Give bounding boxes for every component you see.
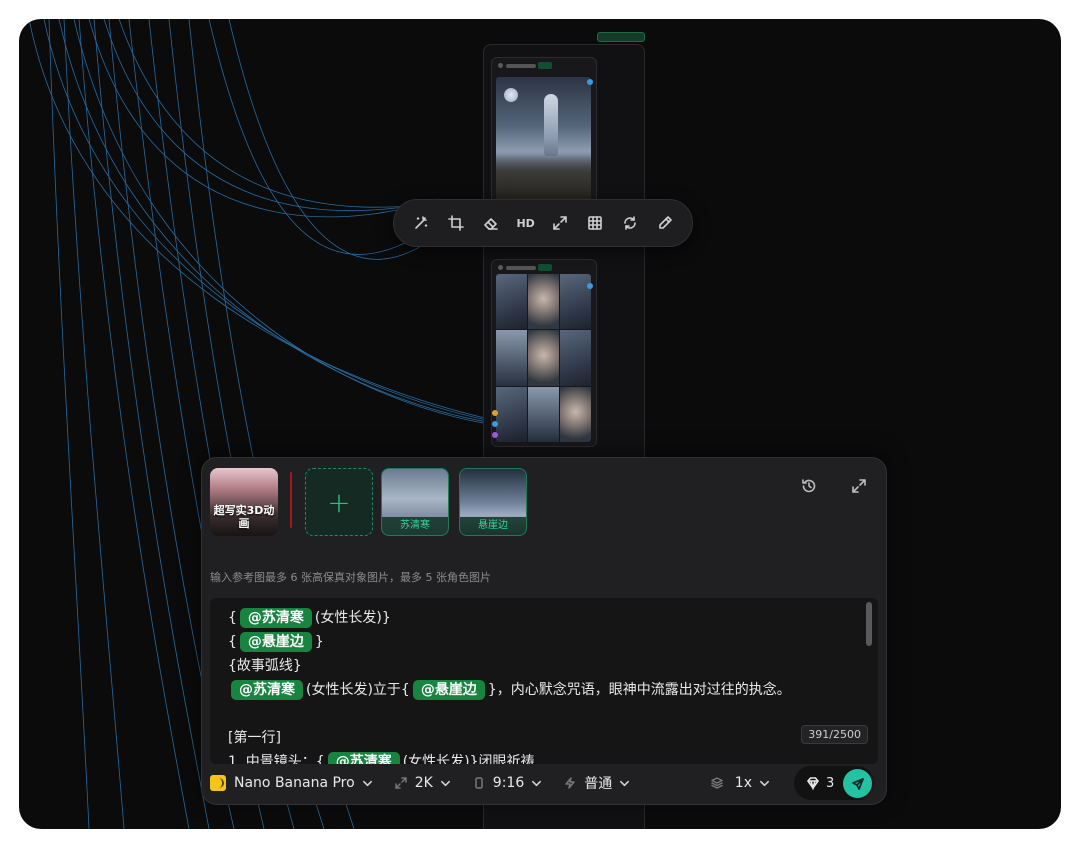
prompt-line: [第一行] bbox=[228, 730, 281, 746]
pencil-icon[interactable] bbox=[652, 210, 678, 236]
resolution-value: 2K bbox=[414, 775, 433, 791]
mention-chip[interactable]: @悬崖边 bbox=[239, 632, 312, 652]
lightning-icon bbox=[564, 777, 576, 789]
grid-cell[interactable] bbox=[560, 330, 591, 386]
model-name: Nano Banana Pro bbox=[234, 775, 355, 791]
prompt-line: {@苏清寒 (女性长发)} bbox=[228, 608, 391, 628]
character-counter: 391/2500 bbox=[801, 725, 868, 744]
banana-icon bbox=[210, 775, 226, 791]
reference-label: 悬崖边 bbox=[460, 517, 526, 535]
expand-icon[interactable] bbox=[547, 210, 573, 236]
reference-image-character[interactable]: 苏清寒 bbox=[381, 468, 449, 536]
cliff-image-detail bbox=[496, 154, 591, 200]
figure-image-detail bbox=[544, 94, 558, 156]
layers-icon bbox=[711, 777, 723, 789]
reference-label: 苏清寒 bbox=[382, 517, 448, 535]
grid-cell[interactable] bbox=[496, 330, 527, 386]
moon-image-detail bbox=[504, 88, 518, 102]
prompt-line: {故事弧线} bbox=[228, 658, 302, 674]
send-icon bbox=[851, 777, 864, 790]
storyboard-grid[interactable] bbox=[496, 274, 591, 442]
input-port[interactable] bbox=[492, 410, 498, 416]
credits-and-send: 3 bbox=[794, 766, 874, 800]
prompt-line: @苏清寒 (女性长发)立于{@悬崖边}，内心默念咒语，眼神中流露出对过往的执念。 bbox=[228, 678, 791, 702]
grid-icon[interactable] bbox=[582, 210, 608, 236]
grid-cell[interactable] bbox=[496, 386, 527, 442]
model-selector[interactable]: Nano Banana Pro bbox=[210, 775, 373, 791]
output-port[interactable] bbox=[587, 283, 593, 289]
grid-cell[interactable] bbox=[528, 330, 559, 386]
mention-chip[interactable]: @苏清寒 bbox=[327, 752, 400, 764]
chevron-down-icon bbox=[362, 778, 373, 789]
rotate-icon[interactable] bbox=[617, 210, 643, 236]
quality-value: 普通 bbox=[584, 776, 613, 792]
input-port[interactable] bbox=[492, 421, 498, 427]
aspect-ratio-selector[interactable]: 9:16 bbox=[473, 775, 542, 791]
crop-icon[interactable] bbox=[443, 210, 469, 236]
resize-icon bbox=[394, 777, 407, 789]
reference-image-scene[interactable]: 悬崖边 bbox=[459, 468, 527, 536]
add-reference-button[interactable]: + bbox=[305, 468, 373, 536]
canvas-window: HD 超写实3D动 画 + 苏清寒 悬崖边 输入参考图最多 6 张高保真对象图片… bbox=[19, 19, 1061, 829]
output-port[interactable] bbox=[587, 79, 593, 85]
plus-icon: + bbox=[327, 485, 351, 519]
prompt-editor[interactable]: {@苏清寒 (女性长发)} {@悬崖边} {故事弧线} @苏清寒 (女性长发)立于{@悬崖… bbox=[210, 598, 878, 764]
style-divider bbox=[290, 472, 292, 528]
style-thumbnail[interactable]: 超写实3D动 画 bbox=[210, 468, 278, 536]
phone-frame-icon bbox=[473, 777, 485, 789]
expand-panel-icon[interactable] bbox=[844, 471, 874, 501]
history-icon[interactable] bbox=[794, 471, 824, 501]
editor-scrollbar[interactable] bbox=[866, 602, 872, 646]
resolution-selector[interactable]: 2K bbox=[394, 775, 451, 791]
generation-settings-bar: Nano Banana Pro 2K 9:16 普通 1x 3 bbox=[210, 766, 878, 800]
grid-cell[interactable] bbox=[560, 386, 591, 442]
prompt-text[interactable]: {@苏清寒 (女性长发)} {@悬崖边} {故事弧线} @苏清寒 (女性长发)立于{@悬崖… bbox=[228, 606, 791, 764]
grid-cell[interactable] bbox=[528, 274, 559, 330]
prompt-line: 1. 中景镜头：{@苏清寒 (女性长发)}闭眼祈祷 bbox=[228, 750, 791, 764]
send-button[interactable] bbox=[843, 769, 872, 798]
eraser-icon[interactable] bbox=[478, 210, 504, 236]
card-header bbox=[496, 61, 592, 71]
mention-chip[interactable]: @苏清寒 bbox=[239, 608, 312, 628]
aspect-ratio-value: 9:16 bbox=[492, 775, 525, 791]
hd-button[interactable]: HD bbox=[513, 210, 539, 236]
card-header bbox=[496, 263, 592, 273]
credit-cost: 3 bbox=[826, 775, 835, 791]
chevron-down-icon bbox=[619, 778, 630, 789]
chevron-down-icon bbox=[440, 778, 451, 789]
diamond-icon bbox=[806, 777, 820, 790]
reference-hint: 输入参考图最多 6 张高保真对象图片，最多 5 张角色图片 bbox=[210, 571, 491, 584]
mention-chip[interactable]: @悬崖边 bbox=[412, 680, 485, 700]
prompt-line bbox=[228, 702, 791, 726]
mention-chip[interactable]: @苏清寒 bbox=[231, 680, 303, 700]
grid-cell[interactable] bbox=[528, 386, 559, 442]
chevron-down-icon bbox=[759, 778, 770, 789]
batch-count-selector[interactable]: 1x bbox=[711, 775, 770, 791]
quality-selector[interactable]: 普通 bbox=[564, 773, 630, 793]
input-port[interactable] bbox=[492, 432, 498, 438]
grid-cell[interactable] bbox=[560, 274, 591, 330]
prompt-panel: 超写实3D动 画 + 苏清寒 悬崖边 输入参考图最多 6 张高保真对象图片，最多… bbox=[201, 457, 887, 805]
chevron-down-icon bbox=[531, 778, 542, 789]
batch-count-value: 1x bbox=[734, 775, 752, 791]
image-edit-toolbar: HD bbox=[393, 199, 693, 247]
magic-wand-icon[interactable] bbox=[408, 210, 434, 236]
node-status-badge bbox=[597, 32, 645, 42]
prompt-line: {@悬崖边} bbox=[228, 632, 324, 652]
style-label: 超写实3D动 画 bbox=[213, 504, 275, 530]
grid-cell[interactable] bbox=[496, 274, 527, 330]
